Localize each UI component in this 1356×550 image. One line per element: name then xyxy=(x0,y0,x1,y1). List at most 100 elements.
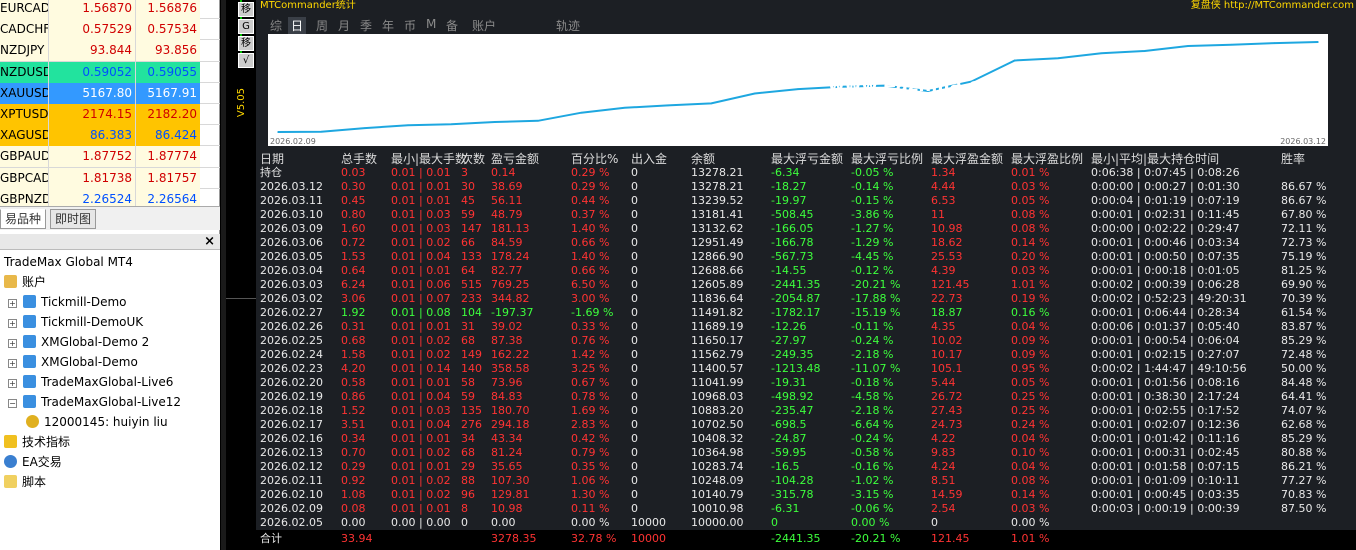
total-cell: 10000 xyxy=(631,532,666,545)
panel-links: 复盘侠 http://MTCommander.com xyxy=(1191,0,1354,12)
column-header[interactable]: 最大浮亏金额 xyxy=(771,152,843,166)
navigator-account[interactable]: − TradeMaxGlobal-Live12 xyxy=(8,392,181,412)
table-cell: 2026.02.25 xyxy=(260,334,323,347)
table-cell: 2026.02.11 xyxy=(260,474,323,487)
table-cell: 4.24 xyxy=(931,460,956,473)
server-icon xyxy=(23,335,36,348)
table-cell: 0:00:03 | 0:00:19 | 0:00:39 xyxy=(1091,502,1240,515)
tab-0[interactable]: 综 xyxy=(270,17,282,34)
table-cell: -4.45 % xyxy=(851,250,894,263)
expand-icon[interactable]: − xyxy=(8,399,17,408)
market-row[interactable]: XAUUSD 5167.80 5167.91 xyxy=(0,82,220,104)
replay-link[interactable]: 复盘侠 xyxy=(1191,0,1221,11)
tab-6[interactable]: 币 xyxy=(404,17,416,34)
market-row[interactable]: GBPCAD 1.81738 1.81757 xyxy=(0,167,220,189)
g-button[interactable]: G xyxy=(238,19,254,34)
table-cell: 0.00 xyxy=(491,516,516,529)
table-cell: 140 xyxy=(461,362,482,375)
side-toolbar: 移 G 移 √ xyxy=(238,0,254,300)
column-header[interactable]: 余额 xyxy=(691,152,715,166)
bid-price: 2174.15 xyxy=(48,104,135,125)
navigator-ea[interactable]: EA交易 xyxy=(4,452,62,472)
column-header[interactable]: 胜率 xyxy=(1281,152,1305,166)
tab-3[interactable]: 月 xyxy=(338,17,350,34)
table-cell: 178.24 xyxy=(491,250,530,263)
tab-2[interactable]: 周 xyxy=(316,17,328,34)
navigator-account[interactable]: + TradeMaxGlobal-Live6 xyxy=(8,372,173,392)
table-cell: 2026.03.04 xyxy=(260,264,323,277)
navigator-root[interactable]: TradeMax Global MT4 xyxy=(4,252,133,272)
column-header[interactable]: 最小|平均|最大持仓时间 xyxy=(1091,152,1219,166)
expand-icon[interactable]: + xyxy=(8,359,17,368)
market-row[interactable]: XAGUSD 86.383 86.424 xyxy=(0,125,220,147)
table-cell: 2026.03.10 xyxy=(260,208,323,221)
table-cell: 68 xyxy=(461,334,475,347)
market-row[interactable]: XPTUSD 2174.15 2182.20 xyxy=(0,104,220,126)
close-icon[interactable]: × xyxy=(204,234,215,249)
account-label: TradeMaxGlobal-Live6 xyxy=(41,375,174,389)
expand-icon[interactable]: + xyxy=(8,319,17,328)
table-cell: 104 xyxy=(461,306,482,319)
tab-10[interactable]: 轨迹 xyxy=(556,17,580,34)
market-row[interactable]: CADCHF 0.57529 0.57534 xyxy=(0,19,220,41)
table-cell: -1.27 % xyxy=(851,222,894,235)
ea-label: EA交易 xyxy=(22,455,62,469)
navigator-account[interactable]: + XMGlobal-Demo 2 xyxy=(8,332,149,352)
column-header[interactable]: 最大浮盈比例 xyxy=(1011,152,1083,166)
table-cell: 0.20 % xyxy=(1011,250,1050,263)
url-link[interactable]: http://MTCommander.com xyxy=(1224,0,1354,11)
market-row[interactable]: EURCAD 1.56870 1.56876 xyxy=(0,0,220,20)
table-cell: 22.73 xyxy=(931,292,963,305)
tab-5[interactable]: 年 xyxy=(382,17,394,34)
table-cell: 10968.03 xyxy=(691,390,744,403)
expand-icon[interactable]: + xyxy=(8,339,17,348)
column-header[interactable]: 百分比% xyxy=(571,152,618,166)
expand-icon[interactable]: + xyxy=(8,299,17,308)
navigator-accounts[interactable]: 账户 xyxy=(4,272,46,292)
tab-7[interactable]: M xyxy=(426,17,436,31)
navigator-sub-account[interactable]: 12000145: huiyin liu xyxy=(26,412,168,432)
column-header[interactable]: 最大浮盈金额 xyxy=(931,152,1003,166)
table-cell: 0.11 % xyxy=(571,502,610,515)
tab-1[interactable]: 日 xyxy=(288,17,307,34)
column-header[interactable]: 总手数 xyxy=(341,152,377,166)
market-row[interactable]: NZDUSD 0.59052 0.59055 xyxy=(0,61,220,83)
tab-4[interactable]: 季 xyxy=(360,17,372,34)
expand-icon[interactable]: + xyxy=(8,379,17,388)
table-cell: 10283.74 xyxy=(691,460,744,473)
tab-symbols[interactable]: 易品种 xyxy=(0,209,47,229)
column-header[interactable]: 最大浮亏比例 xyxy=(851,152,923,166)
tab-tick-chart[interactable]: 即时图 xyxy=(50,209,97,229)
move-button[interactable]: 移 xyxy=(238,2,254,17)
table-cell: 2026.03.11 xyxy=(260,194,323,207)
table-cell: 0.25 % xyxy=(1011,390,1050,403)
total-cell: 32.78 % xyxy=(571,532,617,545)
column-header[interactable]: 出入金 xyxy=(631,152,667,166)
navigator-account[interactable]: + Tickmill-DemoUK xyxy=(8,312,143,332)
table-cell: 31 xyxy=(461,320,475,333)
table-cell: 8.51 xyxy=(931,474,956,487)
table-cell: 34 xyxy=(461,432,475,445)
navigator-account[interactable]: + Tickmill-Demo xyxy=(8,292,127,312)
move-button-2[interactable]: 移 xyxy=(238,36,254,51)
table-cell: 13278.21 xyxy=(691,180,744,193)
table-cell: 11650.17 xyxy=(691,334,744,347)
tab-8[interactable]: 备 xyxy=(446,17,458,34)
table-cell: 1.30 % xyxy=(571,488,610,501)
table-cell: 75.19 % xyxy=(1281,250,1327,263)
table-cell: 0.03 % xyxy=(1011,180,1050,193)
column-header[interactable]: 日期 xyxy=(260,152,284,166)
market-row[interactable]: GBPAUD 1.87752 1.87774 xyxy=(0,146,220,168)
table-cell: 48.79 xyxy=(491,208,523,221)
tab-9[interactable]: 账户 xyxy=(472,17,496,34)
navigator-indicators[interactable]: 技术指标 xyxy=(4,432,70,452)
column-header[interactable]: 次数 xyxy=(461,152,485,166)
market-row[interactable]: NZDJPY 93.844 93.856 xyxy=(0,40,220,62)
table-cell: 0.00 | 0.00 xyxy=(391,516,451,529)
total-cell: -20.21 % xyxy=(851,532,901,545)
navigator-account[interactable]: + XMGlobal-Demo xyxy=(8,352,138,372)
navigator-scripts[interactable]: 脚本 xyxy=(4,472,46,492)
column-header[interactable]: 最小|最大手数 xyxy=(391,152,467,166)
check-button[interactable]: √ xyxy=(238,53,254,68)
column-header[interactable]: 盈亏金额 xyxy=(491,152,539,166)
